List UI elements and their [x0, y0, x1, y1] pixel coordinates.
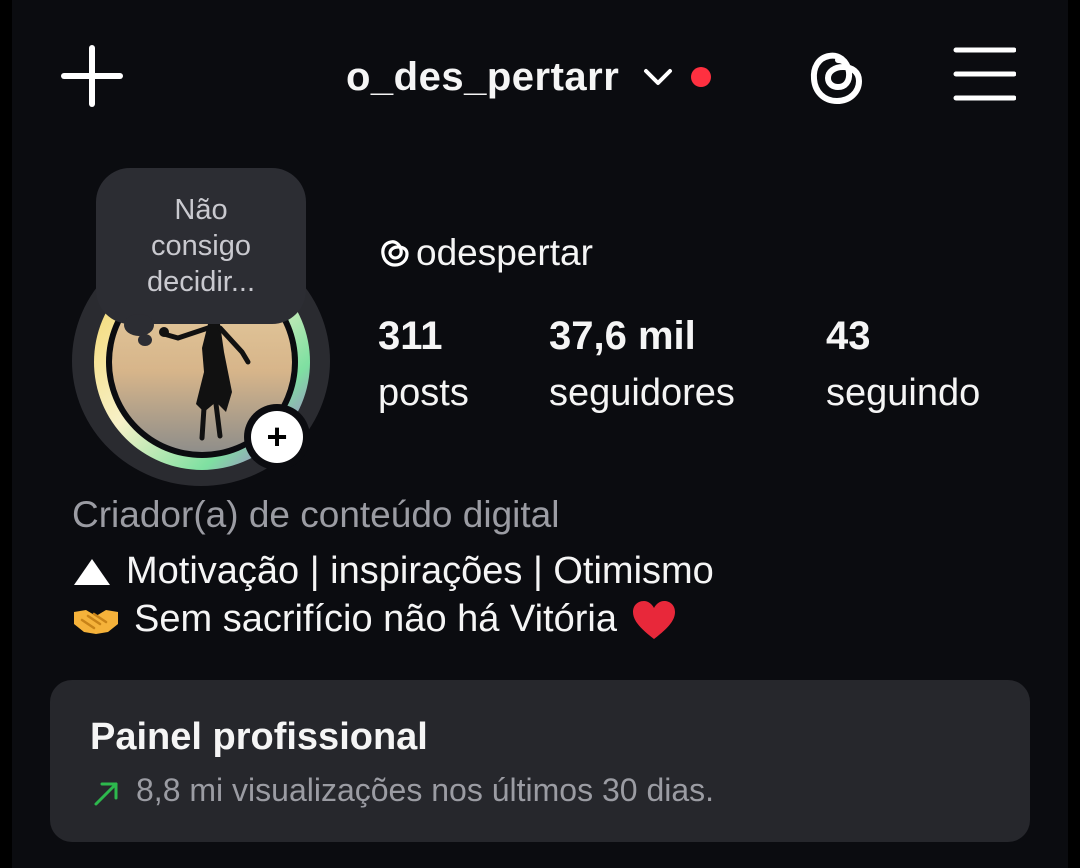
note-text: Não consigo decidir...	[112, 192, 290, 300]
threads-icon[interactable]	[802, 42, 872, 112]
stat-value: 43	[826, 314, 871, 358]
stat-label: posts	[378, 372, 469, 414]
chevron-down-icon	[644, 69, 673, 85]
stat-following[interactable]: 43 seguindo	[826, 312, 980, 416]
plus-icon: +	[251, 411, 303, 463]
heart-icon	[632, 600, 675, 639]
note-tail-small	[138, 334, 152, 346]
note-tail	[124, 314, 154, 336]
notification-dot	[691, 67, 712, 87]
triangle-icon	[74, 558, 110, 585]
account-switcher[interactable]: o_des_pertarr	[346, 50, 712, 104]
handshake-icon	[74, 609, 118, 634]
stat-value: 37,6 mil	[549, 314, 696, 358]
note-line-2: consigo	[151, 230, 251, 262]
create-plus-icon[interactable]	[56, 40, 128, 112]
professional-dashboard-card[interactable]	[50, 680, 1030, 842]
note-line-1: Não	[174, 194, 228, 226]
stat-value: 311	[378, 314, 443, 358]
bio-line-2: Sem sacrifício não há Vitória	[72, 598, 677, 641]
note-line-3: decidir...	[147, 266, 255, 298]
bio-text-1: Motivação | inspirações | Otimismo	[126, 550, 714, 592]
stat-followers[interactable]: 37,6 mil seguidores	[549, 312, 735, 416]
profile-category: Criador(a) de conteúdo digital	[72, 494, 560, 535]
stat-label: seguidores	[549, 372, 735, 414]
stat-label: seguindo	[826, 372, 981, 414]
threads-handle: odespertar	[416, 232, 593, 273]
dashboard-subtitle: 8,8 mi visualizações nos últimos 30 dias…	[136, 772, 715, 808]
bio-line-1: Motivação | inspirações | Otimismo	[72, 550, 714, 593]
stat-posts[interactable]: 311 posts	[378, 312, 469, 416]
dashboard-title: Painel profissional	[90, 716, 428, 758]
threads-icon	[381, 240, 409, 267]
threads-handle-link[interactable]: odespertar	[378, 232, 593, 274]
menu-icon[interactable]	[940, 44, 1017, 104]
bio-text-2: Sem sacrifício não há Vitória	[134, 598, 617, 640]
profile-screen: o_des_pertarr + Não consigo decidir... o…	[12, 0, 1068, 868]
trend-up-arrow-icon	[94, 782, 118, 806]
add-story-button[interactable]: +	[244, 404, 310, 470]
username: o_des_pertarr	[346, 54, 620, 99]
